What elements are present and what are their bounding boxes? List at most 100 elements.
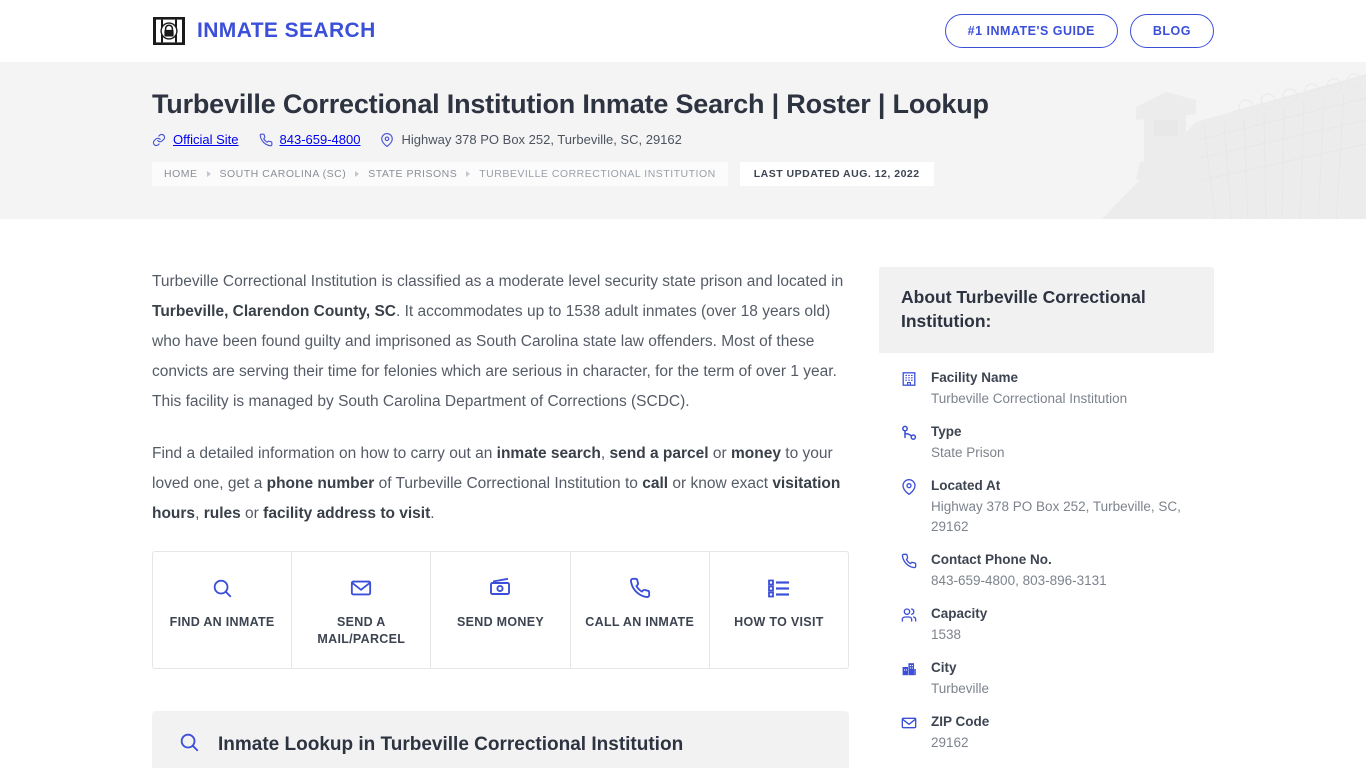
city-icon [901, 659, 919, 699]
call-an-inmate-label: CALL AN INMATE [585, 615, 695, 629]
quick-actions-bar: FIND AN INMATE SEND A MAIL/PARCEL SEND M… [152, 551, 849, 669]
breadcrumb-items: HOME SOUTH CAROLINA (SC) STATE PRISONS T… [152, 162, 728, 187]
info-row-contact-phone: Contact Phone No. 843-659-4800, 803-896-… [901, 551, 1192, 591]
breadcrumb: HOME SOUTH CAROLINA (SC) STATE PRISONS T… [152, 162, 1214, 187]
info-row-zip-code: ZIP Code 29162 [901, 713, 1192, 753]
envelope-icon [901, 713, 919, 753]
breadcrumb-item-state-prisons[interactable]: STATE PRISONS [368, 168, 457, 180]
info-label: ZIP Code [931, 714, 990, 729]
link-icon [152, 133, 166, 147]
chevron-right-icon [355, 171, 360, 178]
official-site-label: Official Site [173, 132, 239, 148]
services-paragraph: Find a detailed information on how to ca… [152, 439, 849, 529]
inmate-lookup-panel: Inmate Lookup in Turbeville Correctional… [152, 711, 849, 768]
info-row-located-at: Located At Highway 378 PO Box 252, Turbe… [901, 477, 1192, 537]
info-label: Contact Phone No. [931, 552, 1052, 567]
info-label: City [931, 660, 957, 675]
last-updated-badge: LAST UPDATED AUG. 12, 2022 [739, 162, 934, 187]
info-row-capacity: Capacity 1538 [901, 605, 1192, 645]
info-value: State Prison [931, 445, 1005, 460]
info-value: Turbeville Correctional Institution [931, 391, 1128, 406]
svc-b8: facility address to visit [263, 505, 431, 522]
svc-t8: or [240, 505, 264, 522]
info-value: Turbeville [931, 681, 990, 696]
svc-t9: . [430, 505, 435, 522]
about-facility-heading: About Turbeville Correctional Institutio… [879, 267, 1214, 353]
list-icon [716, 574, 842, 602]
info-row-type: Type State Prison [901, 423, 1192, 463]
intro-bold-location: Turbeville, Clarendon County, SC [152, 303, 397, 320]
svc-b7: rules [203, 505, 241, 522]
inmate-lookup-title: Inmate Lookup in Turbeville Correctional… [218, 733, 684, 755]
info-value: 843-659-4800, 803-896-3131 [931, 573, 1107, 588]
info-label: Type [931, 424, 962, 439]
brand-logo-link[interactable]: INMATE SEARCH [152, 14, 376, 48]
find-an-inmate-action[interactable]: FIND AN INMATE [153, 552, 293, 668]
info-value: Highway 378 PO Box 252, Turbeville, SC, … [931, 499, 1181, 534]
call-an-inmate-action[interactable]: CALL AN INMATE [571, 552, 710, 668]
info-row-facility-name: Facility Name Turbeville Correctional In… [901, 369, 1192, 409]
phone-icon [577, 574, 703, 602]
main-column: Turbeville Correctional Institution is c… [152, 267, 849, 768]
svc-b5: call [642, 475, 669, 492]
send-money-label: SEND MONEY [456, 615, 545, 629]
breadcrumb-item-current: TURBEVILLE CORRECTIONAL INSTITUTION [479, 168, 716, 181]
svc-t5: of Turbeville Correctional Institution t… [374, 475, 643, 492]
node-type-icon [901, 423, 919, 463]
intro-paragraph: Turbeville Correctional Institution is c… [152, 267, 849, 417]
brand-text: INMATE SEARCH [197, 19, 376, 42]
info-label: Located At [931, 478, 1001, 493]
svc-b3: money [731, 445, 781, 462]
hero-address: Highway 378 PO Box 252, Turbeville, SC, … [380, 132, 682, 148]
hero-phone-number: 843-659-4800 [279, 132, 361, 148]
prison-lock-icon [152, 14, 186, 48]
sidebar-column: About Turbeville Correctional Institutio… [879, 267, 1214, 768]
send-money-action[interactable]: SEND MONEY [431, 552, 571, 668]
blog-button[interactable]: BLOG [1129, 14, 1214, 48]
svc-t1: Find a detailed information on how to ca… [152, 445, 497, 462]
info-row-city: City Turbeville [901, 659, 1192, 699]
svc-b2: send a parcel [609, 445, 709, 462]
svc-t2: , [600, 445, 610, 462]
info-value: 1538 [931, 627, 962, 642]
money-icon [437, 574, 563, 602]
search-icon [159, 574, 285, 602]
official-site-link[interactable]: Official Site [152, 132, 239, 147]
how-to-visit-label: HOW TO VISIT [734, 615, 824, 629]
phone-icon [259, 133, 273, 147]
breadcrumb-item-home[interactable]: HOME [164, 168, 198, 180]
info-label: Capacity [931, 606, 988, 621]
how-to-visit-action[interactable]: HOW TO VISIT [710, 552, 848, 668]
svc-t6: or know exact [668, 475, 773, 492]
send-mail-parcel-label: SEND A MAIL/PARCEL [317, 615, 406, 646]
location-pin-icon [380, 132, 394, 147]
about-facility-card: About Turbeville Correctional Institutio… [879, 267, 1214, 768]
svc-b4: phone number [266, 475, 375, 492]
building-icon [901, 369, 919, 409]
svc-t7: , [195, 505, 204, 522]
intro-part-1: Turbeville Correctional Institution is c… [152, 273, 844, 290]
hero-section: Turbeville Correctional Institution Inma… [0, 62, 1366, 219]
svc-b1: inmate search [496, 445, 601, 462]
envelope-icon [298, 574, 424, 602]
hero-meta-row: Official Site 843-659-4800 Highway 378 P… [152, 132, 1214, 147]
chevron-right-icon [466, 171, 471, 178]
about-facility-rows: Facility Name Turbeville Correctional In… [879, 353, 1214, 768]
chevron-right-icon [206, 171, 211, 178]
people-icon [901, 605, 919, 645]
content-wrapper: Turbeville Correctional Institution is c… [0, 219, 1366, 768]
hero-phone-link[interactable]: 843-659-4800 [259, 132, 361, 148]
phone-icon [901, 551, 919, 591]
breadcrumb-item-south-carolina[interactable]: SOUTH CAROLINA (SC) [220, 168, 347, 180]
info-value: 29162 [931, 735, 969, 750]
svc-t3: or [708, 445, 731, 462]
info-label: Facility Name [931, 370, 1019, 385]
page-title: Turbeville Correctional Institution Inma… [152, 89, 989, 119]
top-navbar: INMATE SEARCH #1 INMATE'S GUIDE BLOG [0, 0, 1366, 62]
find-an-inmate-label: FIND AN INMATE [169, 615, 275, 629]
inmates-guide-button[interactable]: #1 INMATE'S GUIDE [944, 14, 1118, 48]
location-pin-icon [901, 477, 919, 537]
search-icon [178, 731, 200, 758]
send-mail-parcel-action[interactable]: SEND A MAIL/PARCEL [292, 552, 432, 668]
hero-address-text: Highway 378 PO Box 252, Turbeville, SC, … [401, 132, 682, 148]
